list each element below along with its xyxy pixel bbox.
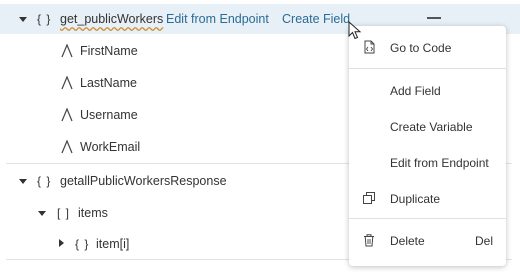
menu-divider [349, 68, 506, 69]
menu-label: Delete [390, 234, 425, 248]
object-braces-icon: { } [75, 237, 90, 251]
menu-label: Duplicate [390, 192, 441, 206]
object-braces-icon: { } [37, 174, 52, 188]
expand-caret-icon[interactable] [19, 17, 27, 22]
edit-from-endpoint-link[interactable]: Edit from Endpoint [166, 12, 269, 26]
menu-label: Edit from Endpoint [390, 156, 489, 170]
menu-item-add-field[interactable]: Add Field [349, 76, 506, 106]
object-braces-icon: { } [37, 12, 52, 26]
field-lastname[interactable]: LastName [80, 76, 137, 90]
menu-item-go-to-code[interactable]: Go to Code [349, 33, 506, 63]
node-name-items[interactable]: items [78, 206, 108, 220]
menu-label: Create Variable [390, 120, 473, 134]
duplicate-icon [363, 192, 375, 204]
menu-divider [349, 218, 506, 219]
text-type-icon [61, 76, 73, 90]
minus-icon[interactable] [427, 17, 441, 19]
text-type-icon [61, 140, 73, 154]
create-field-link[interactable]: Create Field [282, 12, 350, 26]
field-firstname[interactable]: FirstName [80, 44, 138, 58]
menu-label: Add Field [390, 84, 441, 98]
text-type-icon [61, 44, 73, 58]
field-username[interactable]: Username [80, 108, 138, 122]
menu-item-create-variable[interactable]: Create Variable [349, 112, 506, 142]
trash-icon [364, 234, 374, 247]
menu-label: Go to Code [390, 41, 452, 55]
node-name-get-publicworkers[interactable]: get_publicWorkers [60, 12, 163, 26]
code-file-icon [364, 40, 375, 54]
context-menu: Go to Code Add Field Create Variable Edi… [349, 26, 506, 266]
menu-item-edit-from-endpoint[interactable]: Edit from Endpoint [349, 148, 506, 178]
node-name-getallpublicworkersresponse[interactable]: getallPublicWorkersResponse [60, 174, 227, 188]
expand-caret-icon[interactable] [38, 211, 46, 216]
menu-shortcut: Del [474, 234, 493, 248]
collapse-caret-icon[interactable] [59, 239, 64, 247]
mouse-pointer-icon [348, 21, 362, 40]
expand-caret-icon[interactable] [19, 179, 27, 184]
text-type-icon [61, 108, 73, 122]
menu-item-duplicate[interactable]: Duplicate [349, 184, 506, 214]
node-name-item-i[interactable]: item[i] [96, 237, 129, 251]
menu-item-delete[interactable]: Delete Del [349, 226, 506, 256]
array-brackets-icon: [ ] [57, 206, 71, 220]
field-workemail[interactable]: WorkEmail [80, 140, 140, 154]
